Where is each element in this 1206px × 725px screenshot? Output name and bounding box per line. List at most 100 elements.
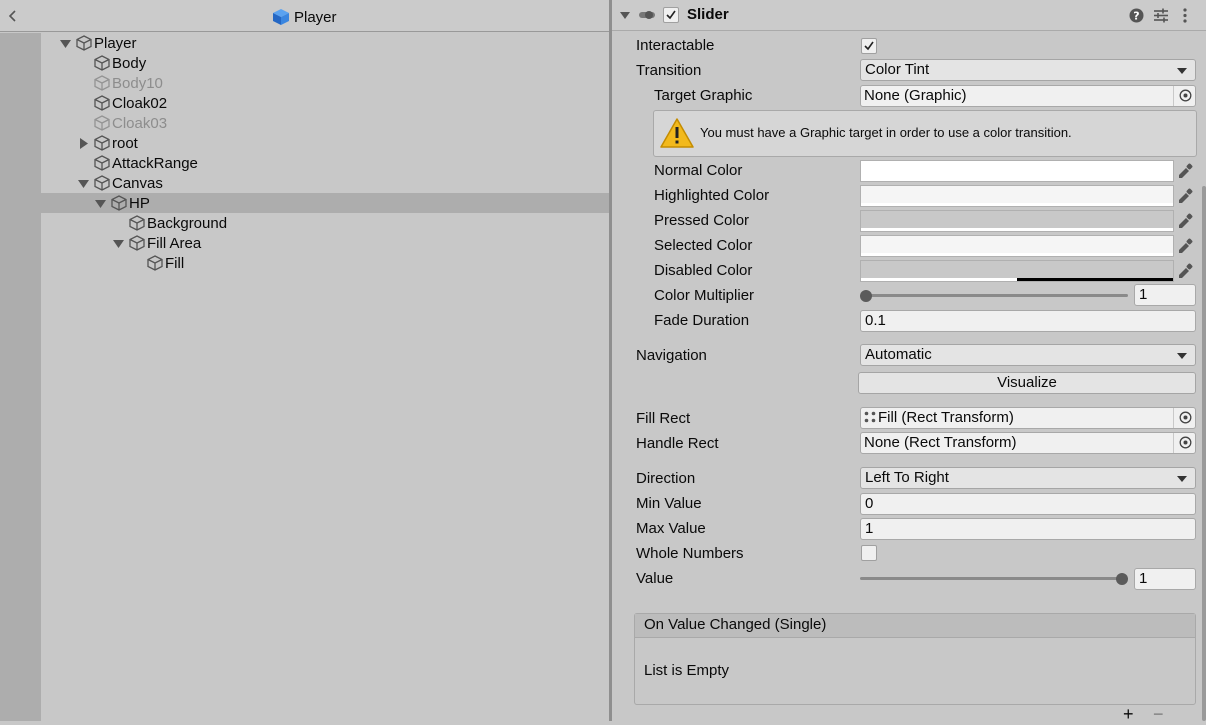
help-icon[interactable]: ? — [1129, 8, 1144, 23]
collapsed-arrow-icon[interactable] — [78, 137, 89, 149]
object-picker-button[interactable] — [1173, 86, 1195, 106]
gameobject-cube-icon — [94, 95, 110, 111]
interactable-checkbox[interactable] — [861, 38, 877, 54]
tree-item-player[interactable]: Player — [60, 33, 137, 53]
expanded-arrow-icon[interactable] — [95, 198, 106, 209]
tree-item-hp[interactable]: HP — [95, 193, 150, 213]
color-multiplier-label: Color Multiplier — [654, 287, 755, 304]
max-value-input[interactable]: 1 — [860, 518, 1196, 540]
presets-icon[interactable] — [1153, 8, 1169, 23]
color-multiplier-input[interactable]: 1 — [1134, 284, 1196, 306]
visualize-button[interactable]: Visualize — [858, 372, 1196, 394]
direction-dropdown[interactable]: Left To Right — [860, 467, 1196, 489]
add-listener-button[interactable]: + — [1123, 704, 1134, 725]
chevron-down-icon — [1177, 476, 1187, 482]
checkmark-icon — [666, 10, 676, 20]
target-graphic-label: Target Graphic — [654, 87, 753, 104]
prefab-title: Player — [272, 7, 337, 27]
normal-color-field[interactable] — [860, 160, 1174, 182]
inspector-scrollbar[interactable] — [1202, 186, 1206, 721]
navigation-label: Navigation — [636, 347, 707, 364]
inspector-panel: Slider ? Interactable Transition Color T… — [612, 0, 1206, 724]
component-header[interactable]: Slider ? — [612, 0, 1206, 31]
handle-rect-value: None (Rect Transform) — [864, 434, 1017, 451]
gameobject-cube-icon — [94, 155, 110, 171]
kebab-menu-icon[interactable] — [1180, 7, 1190, 24]
gameobject-cube-icon — [94, 175, 110, 191]
tree-item-cloak02[interactable]: Cloak02 — [93, 93, 167, 113]
tree-item-label: Fill Area — [147, 234, 202, 252]
gameobject-cube-icon — [94, 55, 110, 71]
target-graphic-field[interactable]: None (Graphic) — [860, 85, 1196, 107]
tree-item-root[interactable]: root — [78, 133, 138, 153]
tree-item-label: Fill — [165, 254, 185, 272]
expanded-arrow-icon[interactable] — [113, 238, 124, 249]
highlighted-color-field[interactable] — [860, 185, 1174, 207]
tree-item-attackrange[interactable]: AttackRange — [93, 153, 198, 173]
tree-item-fill-area[interactable]: Fill Area — [113, 233, 201, 253]
tree-item-fill[interactable]: Fill — [146, 253, 184, 273]
chevron-down-icon — [1177, 353, 1187, 359]
warning-icon — [660, 118, 694, 148]
min-value-input[interactable]: 0 — [860, 493, 1196, 515]
chevron-down-icon — [1177, 68, 1187, 74]
hierarchy-panel: Player Player Body Body10 Cloak02 Cloak0… — [0, 0, 610, 721]
gameobject-cube-icon — [94, 115, 110, 131]
component-title: Slider — [687, 6, 729, 23]
chevron-left-icon[interactable] — [4, 6, 20, 26]
direction-label: Direction — [636, 470, 696, 487]
highlighted-color-label: Highlighted Color — [654, 187, 770, 204]
fade-duration-label: Fade Duration — [654, 312, 750, 329]
pressed-color-label: Pressed Color — [654, 212, 750, 229]
object-picker-icon — [1179, 411, 1192, 424]
whole-numbers-label: Whole Numbers — [636, 545, 744, 562]
tree-item-label: Body — [112, 54, 147, 72]
tree-item-background[interactable]: Background — [128, 213, 227, 233]
disabled-color-field[interactable] — [860, 260, 1174, 282]
tree-item-body10[interactable]: Body10 — [93, 73, 163, 93]
handle-rect-field[interactable]: None (Rect Transform) — [860, 432, 1196, 454]
value-slider-thumb[interactable] — [1116, 573, 1128, 585]
eyedropper-icon[interactable] — [1177, 212, 1195, 230]
event-title: On Value Changed (Single) — [644, 616, 827, 633]
direction-value: Left To Right — [865, 469, 949, 486]
value-label: Value — [636, 570, 674, 587]
fill-rect-field[interactable]: Fill (Rect Transform) — [860, 407, 1196, 429]
tree-item-label: Player — [94, 34, 137, 52]
navigation-dropdown[interactable]: Automatic — [860, 344, 1196, 366]
expanded-arrow-icon[interactable] — [60, 38, 71, 49]
fade-duration-input[interactable]: 0.1 — [860, 310, 1196, 332]
object-picker-button[interactable] — [1173, 433, 1195, 453]
fold-arrow-icon[interactable] — [620, 10, 630, 20]
tree-item-label: Canvas — [112, 174, 163, 192]
object-picker-button[interactable] — [1173, 408, 1195, 428]
slider-component-icon — [639, 11, 655, 19]
gameobject-cube-icon — [129, 215, 145, 231]
eyedropper-icon[interactable] — [1177, 187, 1195, 205]
warning-helpbox: You must have a Graphic target in order … — [653, 110, 1197, 157]
remove-listener-button[interactable]: − — [1153, 704, 1164, 725]
selected-color-field[interactable] — [860, 235, 1174, 257]
color-multiplier-slider-thumb[interactable] — [860, 290, 872, 302]
expanded-arrow-icon[interactable] — [78, 178, 89, 189]
object-picker-icon — [1179, 89, 1192, 102]
color-multiplier-slider-track[interactable] — [866, 294, 1128, 297]
whole-numbers-checkbox[interactable] — [861, 545, 877, 561]
eyedropper-icon[interactable] — [1177, 162, 1195, 180]
svg-text:?: ? — [1133, 10, 1139, 23]
gameobject-cube-icon — [129, 235, 145, 251]
eyedropper-icon[interactable] — [1177, 237, 1195, 255]
eyedropper-icon[interactable] — [1177, 262, 1195, 280]
gameobject-cube-icon — [94, 75, 110, 91]
component-enabled-checkbox[interactable] — [663, 7, 679, 23]
transition-dropdown[interactable]: Color Tint — [860, 59, 1196, 81]
value-input[interactable]: 1 — [1134, 568, 1196, 590]
max-value-label: Max Value — [636, 520, 706, 537]
pressed-color-field[interactable] — [860, 210, 1174, 232]
value-slider-track[interactable] — [860, 577, 1122, 580]
hierarchy-header: Player — [0, 0, 610, 32]
tree-item-canvas[interactable]: Canvas — [78, 173, 163, 193]
tree-item-label: Body10 — [112, 74, 163, 92]
tree-item-cloak03[interactable]: Cloak03 — [93, 113, 167, 133]
tree-item-body[interactable]: Body — [93, 53, 146, 73]
